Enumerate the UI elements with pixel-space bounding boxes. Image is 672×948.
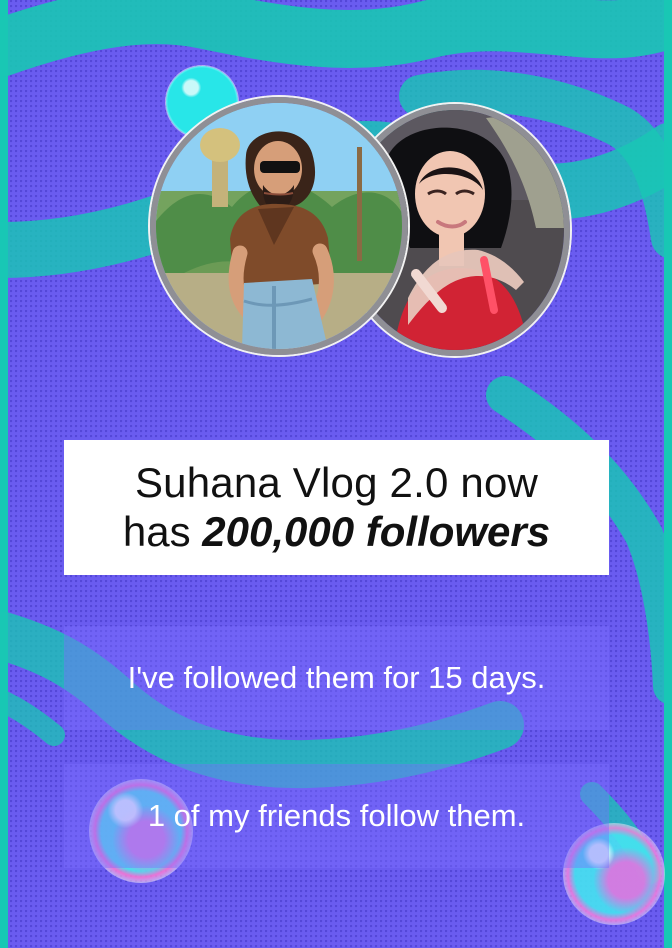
follow-duration-text: I've followed them for 15 days.	[127, 660, 546, 695]
headline-line-2: has 200,000 followers	[122, 507, 551, 555]
milestone-card: Suhana Vlog 2.0 now has 200,000 follower…	[0, 0, 672, 948]
follow-duration-fact: I've followed them for 15 days.	[64, 626, 609, 730]
headline-line-1: Suhana Vlog 2.0 now	[134, 459, 539, 507]
follower-count: 200,000 followers	[202, 507, 551, 555]
friends-follow-fact: 1 of my friends follow them.	[64, 764, 609, 868]
headline-prefix: has	[122, 507, 203, 555]
follower-milestone-headline: Suhana Vlog 2.0 now has 200,000 follower…	[64, 440, 609, 575]
illustrated-man-avatar	[150, 97, 408, 355]
friends-follow-text: 1 of my friends follow them.	[147, 798, 526, 833]
